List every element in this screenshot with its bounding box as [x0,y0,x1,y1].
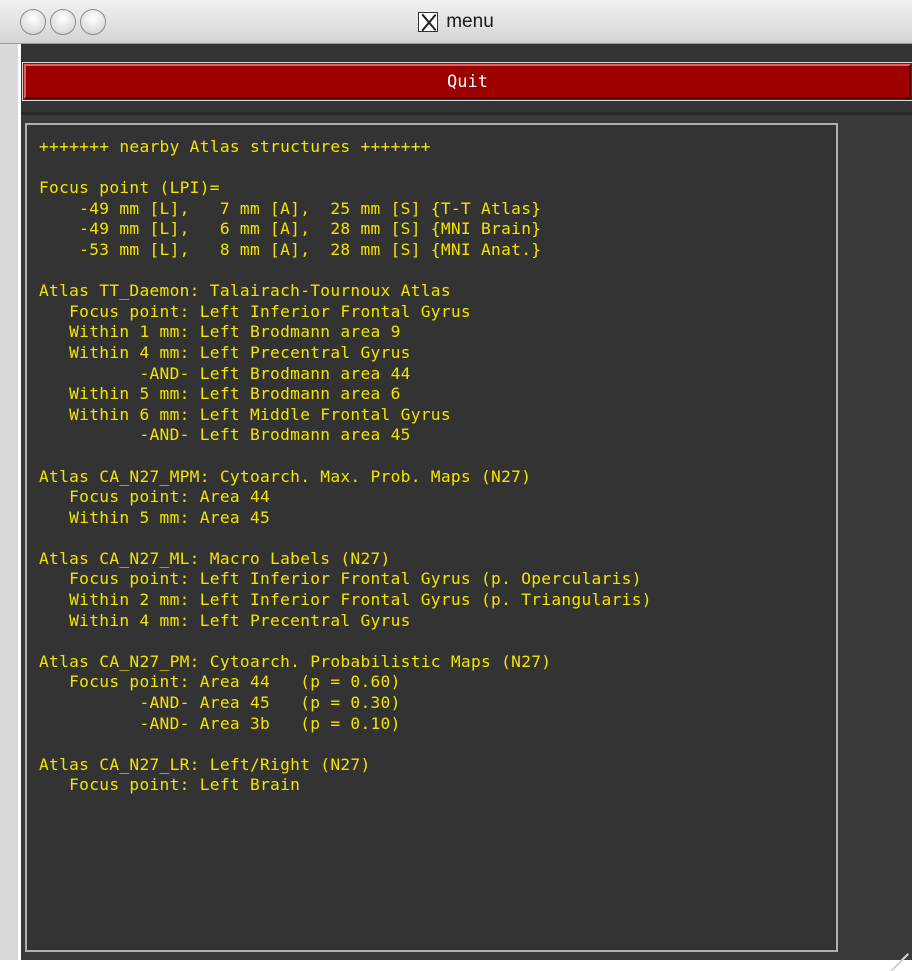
scrollbar-area[interactable] [840,115,912,960]
atlas-output-panel[interactable]: +++++++ nearby Atlas structures +++++++ … [25,123,838,952]
window-title-group: menu [0,0,912,44]
menu-window: menu Quit +++++++ nearby Atlas structure… [0,0,912,971]
x11-icon [418,12,439,32]
window-left-edge [0,44,18,960]
title-bar[interactable]: menu [0,0,912,44]
atlas-output-text: +++++++ nearby Atlas structures +++++++ … [39,137,652,795]
resize-grip-icon[interactable] [884,932,909,971]
window-title: menu [446,11,494,32]
quit-button[interactable]: Quit [24,64,911,99]
